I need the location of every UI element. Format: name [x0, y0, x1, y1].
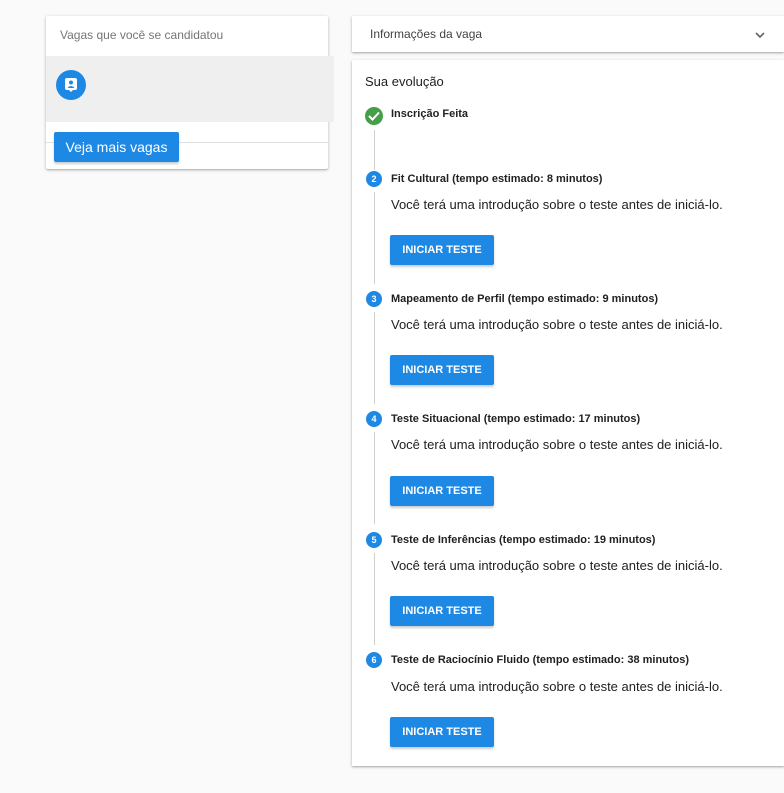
start-test-button-fit-cultural[interactable]: INICIAR TESTE [390, 235, 494, 265]
job-info-expander[interactable]: Informações da vaga [352, 16, 784, 52]
step-connector [374, 312, 375, 404]
step-title: Teste de Raciocínio Fluido (tempo estima… [391, 654, 690, 666]
see-more-jobs-button[interactable]: Veja mais vagas [54, 132, 179, 162]
step-title: Teste Situacional (tempo estimado: 17 mi… [391, 413, 641, 425]
applied-job-item[interactable] [46, 56, 334, 122]
evolution-title: Sua evolução [365, 74, 444, 89]
evolution-card: Sua evolução Inscrição Feita 2 Fit Cultu… [352, 60, 784, 766]
check-circle-icon [365, 107, 383, 125]
start-test-button-inferences[interactable]: INICIAR TESTE [390, 596, 494, 626]
step-number-badge: 3 [366, 291, 382, 307]
completed-step-label: Inscrição Feita [391, 108, 469, 120]
step-connector [374, 553, 375, 645]
step-connector [374, 192, 375, 284]
start-test-button-situational[interactable]: INICIAR TESTE [390, 476, 494, 506]
step-connector [374, 432, 375, 524]
applied-jobs-title: Vagas que você se candidatou [60, 28, 224, 42]
step-number-badge: 4 [366, 411, 382, 427]
step-number-badge: 6 [366, 652, 382, 668]
step-description: Você terá uma introdução sobre o teste a… [391, 679, 723, 694]
step-title: Mapeamento de Perfil (tempo estimado: 9 … [391, 293, 659, 305]
step-title: Fit Cultural (tempo estimado: 8 minutos) [391, 173, 603, 185]
start-test-button-profile-mapping[interactable]: INICIAR TESTE [390, 355, 494, 385]
start-test-button-fluid-reasoning[interactable]: INICIAR TESTE [390, 717, 494, 747]
step-description: Você terá uma introdução sobre o teste a… [391, 437, 723, 452]
step-description: Você terá uma introdução sobre o teste a… [391, 317, 723, 332]
step-number-badge: 5 [366, 532, 382, 548]
contact-badge-icon [56, 70, 86, 100]
job-info-label: Informações da vaga [370, 27, 483, 41]
step-connector [374, 130, 375, 170]
step-title: Teste de Inferências (tempo estimado: 19… [391, 534, 656, 546]
step-description: Você terá uma introdução sobre o teste a… [391, 197, 723, 212]
chevron-down-icon [754, 28, 766, 46]
step-number-badge: 2 [366, 171, 382, 187]
step-description: Você terá uma introdução sobre o teste a… [391, 558, 723, 573]
applied-jobs-card: Vagas que você se candidatou Veja mais v… [46, 16, 334, 169]
